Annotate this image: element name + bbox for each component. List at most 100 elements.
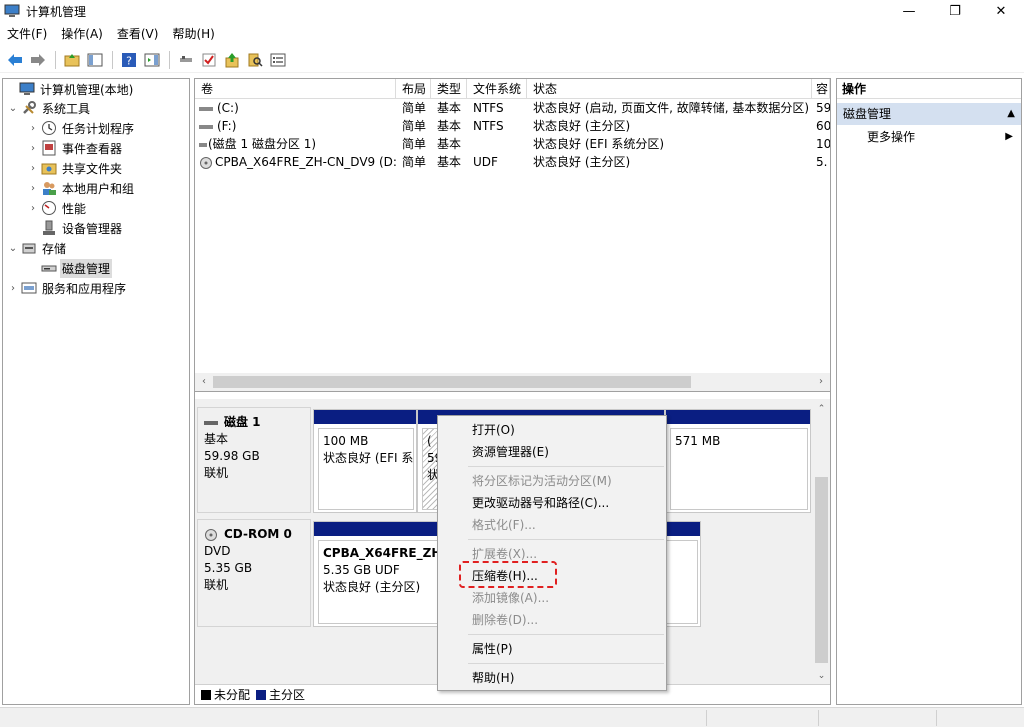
- table-row[interactable]: (磁盘 1 磁盘分区 1) 简单 基本 状态良好 (EFI 系统分区) 10: [195, 135, 830, 153]
- column-header-capacity[interactable]: 容: [812, 79, 830, 99]
- connect-button[interactable]: [175, 49, 197, 71]
- tree-item-storage[interactable]: ⌄ 存储: [7, 238, 68, 258]
- volume-list-header: 卷 布局 类型 文件系统 状态 容: [195, 79, 830, 99]
- collapse-up-icon[interactable]: ▲: [1007, 103, 1015, 125]
- tree-item-system-tools[interactable]: ⌄ 系统工具: [7, 98, 92, 118]
- tree-expander[interactable]: ›: [27, 183, 39, 194]
- scrollbar-thumb[interactable]: [815, 477, 828, 663]
- partition-efi[interactable]: 100 MB 状态良好 (EFI 系: [313, 409, 417, 513]
- menu-item-delete-volume[interactable]: 删除卷(D)...: [438, 609, 666, 631]
- disk-size: 59.98 GB: [204, 449, 260, 463]
- scroll-left-icon[interactable]: ‹: [195, 373, 213, 391]
- volume-filesystem: NTFS: [473, 119, 504, 133]
- primary-partition-bar: [666, 410, 810, 424]
- volume-name: (F:): [217, 119, 237, 133]
- partition-size: 100 MB: [323, 434, 369, 448]
- tree-item-task-scheduler[interactable]: › 任务计划程序: [27, 118, 136, 138]
- table-row[interactable]: CPBA_X64FRE_ZH-CN_DV9 (D:) 简单 基本 UDF 状态良…: [195, 153, 830, 171]
- search-icon: [248, 53, 263, 67]
- check-button[interactable]: [198, 49, 220, 71]
- volume-layout: 简单: [402, 155, 427, 169]
- maximize-button[interactable]: ❐: [932, 0, 978, 22]
- properties-button[interactable]: [267, 49, 289, 71]
- show-hide-tree-icon: [87, 53, 103, 66]
- tree-item-label: 本地用户和组: [62, 181, 135, 196]
- tree-item-event-viewer[interactable]: › 事件查看器: [27, 138, 124, 158]
- tree-expander[interactable]: ›: [27, 163, 39, 174]
- table-row[interactable]: (F:) 简单 基本 NTFS 状态良好 (主分区) 60: [195, 117, 830, 135]
- actions-pane: 操作 磁盘管理 ▲ 更多操作 ▶: [836, 78, 1022, 705]
- disk-name: 磁盘 1: [224, 415, 261, 429]
- tree-expander[interactable]: ›: [27, 203, 39, 214]
- volume-layout: 简单: [402, 119, 427, 133]
- partition-f[interactable]: 571 MB: [665, 409, 811, 513]
- menu-item-mark-active[interactable]: 将分区标记为活动分区(M): [438, 470, 666, 492]
- scrollbar-thumb[interactable]: [213, 376, 691, 388]
- menu-item-format[interactable]: 格式化(F)...: [438, 514, 666, 536]
- up-button[interactable]: [61, 49, 83, 71]
- menu-item-help[interactable]: 帮助(H): [438, 667, 666, 689]
- tree-item-performance[interactable]: › 性能: [27, 198, 88, 218]
- tree-item-disk-management[interactable]: 磁盘管理: [27, 258, 113, 278]
- tree-expander[interactable]: ⌄: [7, 103, 19, 114]
- tree-item-device-manager[interactable]: 设备管理器: [27, 218, 124, 238]
- tree-item-label: 系统工具: [42, 101, 91, 116]
- scroll-down-icon[interactable]: ⌄: [813, 668, 830, 684]
- scroll-up-icon[interactable]: ⌃: [813, 401, 830, 417]
- volume-icon: [199, 106, 213, 111]
- show-hide-tree-button[interactable]: [84, 49, 106, 71]
- tree-expander[interactable]: ⌄: [7, 243, 19, 254]
- toolbar-separator: [112, 50, 113, 69]
- menu-file[interactable]: 文件(F): [0, 24, 54, 44]
- tree-item-computer-management[interactable]: 计算机管理(本地): [5, 79, 135, 99]
- forward-arrow-icon: [31, 53, 45, 66]
- primary-partition-bar: [314, 410, 416, 424]
- horizontal-scrollbar[interactable]: ‹ ›: [195, 373, 830, 391]
- menu-item-open[interactable]: 打开(O): [438, 419, 666, 441]
- tree-item-label: 存储: [42, 241, 67, 256]
- tree-expander[interactable]: ›: [27, 143, 39, 154]
- column-header-volume[interactable]: 卷: [195, 79, 396, 99]
- back-button[interactable]: [4, 49, 26, 71]
- status-divider: [818, 710, 819, 726]
- tree-item-label: 事件查看器: [62, 141, 123, 156]
- menu-item-properties[interactable]: 属性(P): [438, 638, 666, 660]
- action-pane-button[interactable]: [141, 49, 163, 71]
- menu-item-change-drive-letter[interactable]: 更改驱动器号和路径(C)...: [438, 492, 666, 514]
- minimize-button[interactable]: —: [886, 0, 932, 22]
- tree-item-label: 计算机管理(本地): [40, 82, 134, 97]
- device-manager-icon: [41, 220, 57, 236]
- partition-status: 状态良好 (EFI 系: [323, 451, 414, 465]
- column-header-filesystem[interactable]: 文件系统: [467, 79, 527, 99]
- menu-view[interactable]: 查看(V): [110, 24, 166, 44]
- menu-action[interactable]: 操作(A): [54, 24, 110, 44]
- search-button[interactable]: [244, 49, 266, 71]
- tree-item-local-users[interactable]: › 本地用户和组: [27, 178, 136, 198]
- close-button[interactable]: ✕: [978, 0, 1024, 22]
- menu-help[interactable]: 帮助(H): [165, 24, 221, 44]
- column-header-type[interactable]: 类型: [431, 79, 467, 99]
- tree-item-shared-folders[interactable]: › 共享文件夹: [27, 158, 124, 178]
- tree-item-services-apps[interactable]: › 服务和应用程序: [7, 278, 128, 298]
- column-header-status[interactable]: 状态: [527, 79, 812, 99]
- cd-drive-icon: [200, 156, 212, 169]
- menu-item-explorer[interactable]: 资源管理器(E): [438, 441, 666, 463]
- tree-expander[interactable]: ›: [7, 283, 19, 294]
- cdrom-0-label[interactable]: CD-ROM 0 DVD 5.35 GB 联机: [197, 519, 311, 627]
- actions-section-disk-management[interactable]: 磁盘管理 ▲: [837, 103, 1021, 125]
- tree-item-label: 磁盘管理: [60, 258, 113, 278]
- column-header-layout[interactable]: 布局: [396, 79, 431, 99]
- volume-filesystem: UDF: [473, 155, 498, 169]
- scroll-right-icon[interactable]: ›: [812, 373, 830, 391]
- forward-button[interactable]: [27, 49, 49, 71]
- disk-1-label[interactable]: 磁盘 1 基本 59.98 GB 联机: [197, 407, 311, 513]
- export-button[interactable]: [221, 49, 243, 71]
- window-title: 计算机管理: [26, 4, 87, 19]
- menu-item-add-mirror[interactable]: 添加镜像(A)...: [438, 587, 666, 609]
- tree-expander[interactable]: ›: [27, 123, 39, 134]
- table-row[interactable]: (C:) 简单 基本 NTFS 状态良好 (启动, 页面文件, 故障转储, 基本…: [195, 99, 830, 117]
- vertical-scrollbar[interactable]: ⌃ ⌄: [813, 401, 830, 684]
- volume-type: 基本: [437, 119, 462, 133]
- help-button[interactable]: ?: [118, 49, 140, 71]
- more-actions-item[interactable]: 更多操作 ▶: [837, 127, 1021, 147]
